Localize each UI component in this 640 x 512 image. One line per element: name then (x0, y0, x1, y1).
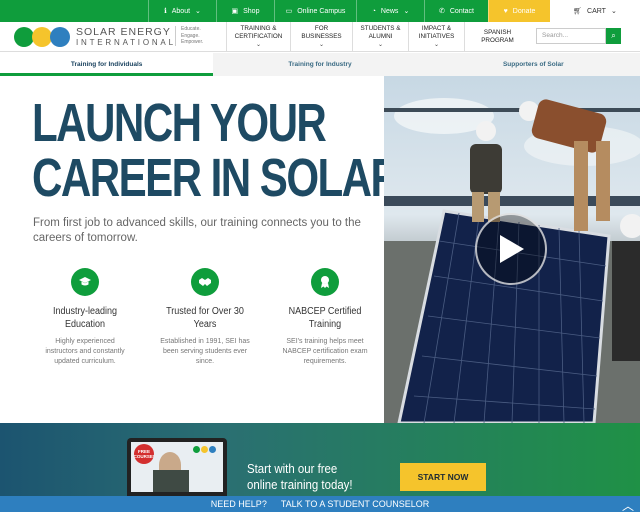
chevron-down-icon: ⌄ (610, 8, 617, 15)
chevron-down-icon: ⌄ (195, 8, 201, 15)
nav-training-certification[interactable]: TRAINING & CERTIFICATION ⌄ (226, 22, 290, 52)
logo-mark (14, 27, 70, 47)
feature-desc: SEI's training helps meet NABCEP certifi… (282, 338, 368, 365)
monitor-icon: ▭ (285, 8, 293, 15)
utility-bar: ℹ About ⌄ ▣ Shop ▭ Online Campus ◔ News … (0, 0, 640, 22)
feature-title: Trusted for Over 30 Years (166, 306, 244, 330)
online-campus-link[interactable]: ▭ Online Campus (274, 0, 356, 22)
feature-trusted: Trusted for Over 30 Years Established in… (160, 268, 250, 367)
instructor-shirt (153, 470, 189, 492)
phone-icon: ✆ (439, 8, 445, 15)
cart-icon: 🛒︎ (573, 8, 583, 15)
nav-impact-initiatives[interactable]: IMPACT & INITIATIVES ⌄ (408, 22, 464, 52)
laptop-screen: FREE COURSE! (131, 442, 223, 492)
feature-desc: Established in 1991, SEI has been servin… (160, 338, 250, 365)
info-icon: ℹ (164, 8, 167, 15)
hero-content: LAUNCH YOUR CAREER IN SOLAR From first j… (0, 76, 401, 423)
free-course-banner: FREE COURSE! Start with our free online … (0, 423, 640, 496)
video-play-button[interactable] (475, 213, 547, 285)
rss-icon: ◔ (371, 7, 376, 15)
tagline: Educate. Engage. Empower. (175, 26, 215, 46)
help-bar[interactable]: NEED HELP? TALK TO A STUDENT COUNSELOR ︿ (0, 496, 640, 512)
logo-leaf-circle (14, 27, 34, 47)
chevron-up-icon[interactable]: ︿ (622, 497, 634, 512)
feature-list: Industry-leading Education Highly experi… (40, 268, 370, 367)
search-input[interactable]: Search... (536, 28, 606, 44)
feature-desc: Highly experienced instructors and const… (45, 338, 125, 365)
free-course-badge: FREE COURSE! (134, 444, 154, 464)
tab-training-industry[interactable]: Training for Industry (213, 53, 426, 76)
cart-menu[interactable]: 🛒︎ CART ⌄ (550, 0, 640, 22)
contact-link[interactable]: ✆ Contact (424, 0, 488, 22)
mini-logo-dot (193, 446, 200, 453)
shop-icon: ▣ (231, 8, 239, 15)
laptop-image: FREE COURSE! (127, 438, 227, 496)
about-menu[interactable]: ℹ About ⌄ (148, 0, 216, 22)
hero-subtext: From first job to advanced skills, our t… (33, 217, 361, 244)
feature-nabcep: NABCEP Certified Training SEI's training… (280, 268, 370, 367)
banner-title: Start with our free online training toda… (247, 461, 353, 492)
feature-title: Industry-leading Education (52, 306, 118, 330)
utility-spacer (0, 0, 148, 22)
shop-link[interactable]: ▣ Shop (216, 0, 274, 22)
chevron-down-icon: ⌄ (377, 42, 384, 48)
sei-logo[interactable]: SOLAR ENERGY INTERNATIONAL (14, 25, 174, 49)
main-header: SOLAR ENERGY INTERNATIONAL Educate. Enga… (0, 22, 640, 52)
hero-video[interactable] (384, 76, 640, 423)
feature-education: Industry-leading Education Highly experi… (40, 268, 130, 367)
chevron-down-icon: ⌄ (255, 42, 262, 48)
hero-headline: LAUNCH YOUR CAREER IN SOLAR (32, 93, 401, 208)
search-icon: ⌕ (611, 31, 616, 40)
audience-tabs: Training for Individuals Training for In… (0, 53, 640, 76)
counselor-link[interactable]: TALK TO A STUDENT COUNSELOR (281, 499, 429, 509)
nav-spanish-program[interactable]: SPANISH PROGRAM (464, 22, 530, 52)
news-menu[interactable]: ◔ News ⌄ (356, 0, 424, 22)
tab-supporters-solar[interactable]: Supporters of Solar (427, 53, 640, 76)
mini-logo-dot (201, 446, 208, 453)
feature-title: NABCEP Certified Training (288, 306, 362, 330)
headline-line1: LAUNCH YOUR (32, 93, 327, 153)
headline-line2: CAREER IN SOLAR (32, 148, 401, 208)
logo-wave-circle (50, 27, 70, 47)
nav-students-alumni[interactable]: STUDENTS & ALUMNI ⌄ (352, 22, 408, 52)
award-ribbon-icon (311, 268, 339, 296)
heart-icon: ♥ (503, 7, 508, 15)
main-nav: TRAINING & CERTIFICATION ⌄ FOR BUSINESSE… (226, 22, 530, 52)
mini-logo-dot (209, 446, 216, 453)
chevron-down-icon: ⌄ (403, 8, 410, 15)
handshake-icon (191, 268, 219, 296)
need-help-label: NEED HELP? (210, 499, 267, 509)
mini-logo (193, 446, 216, 453)
graduation-cap-icon (71, 268, 99, 296)
nav-for-businesses[interactable]: FOR BUSINESSES ⌄ (290, 22, 352, 52)
tab-training-individuals[interactable]: Training for Individuals (0, 53, 214, 76)
logo-sun-circle (32, 27, 52, 47)
chevron-down-icon: ⌄ (433, 42, 440, 48)
logo-line1: SOLAR ENERGY (76, 26, 171, 38)
play-icon (500, 235, 524, 263)
logo-line2: INTERNATIONAL (76, 38, 176, 47)
search-button[interactable]: ⌕ (606, 28, 621, 44)
chevron-down-icon: ⌄ (318, 42, 325, 48)
start-now-button[interactable]: START NOW (400, 463, 486, 491)
donate-button[interactable]: ♥ Donate (488, 0, 550, 22)
